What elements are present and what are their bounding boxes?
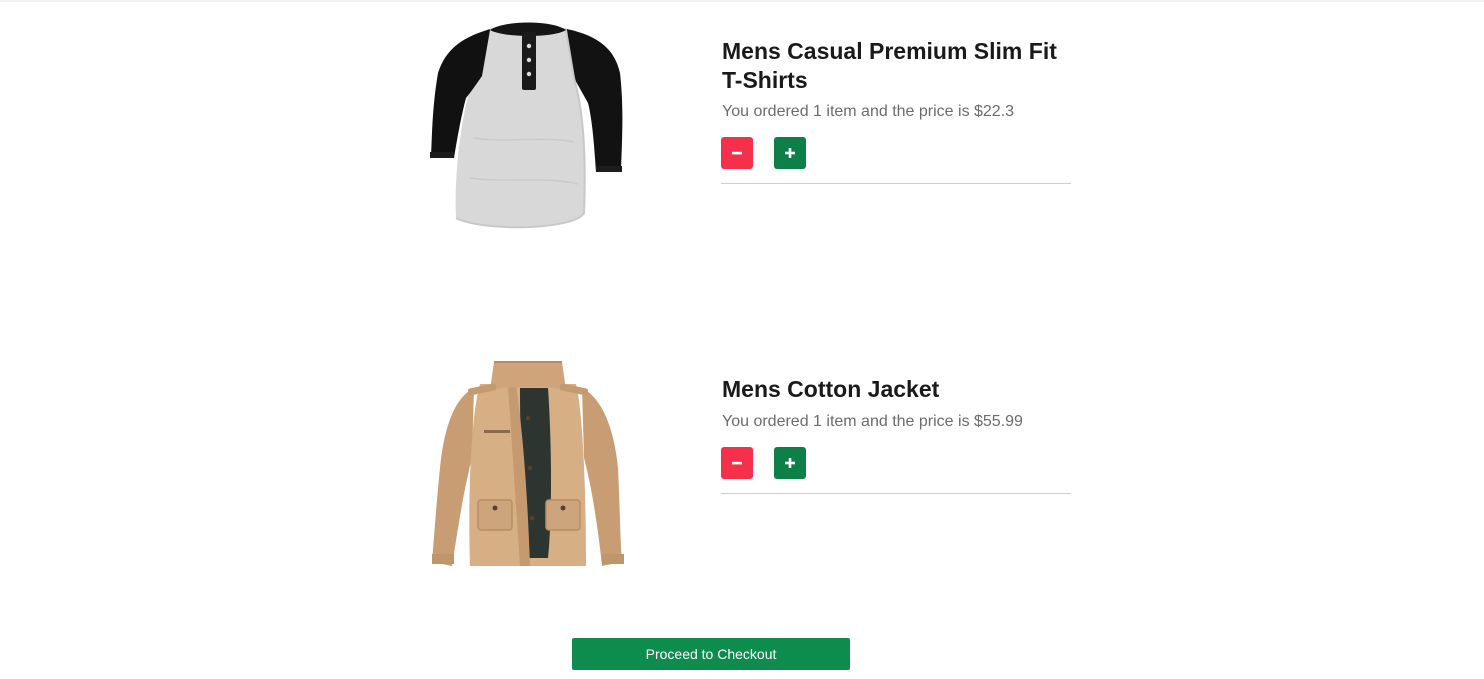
decrease-quantity-button[interactable]: [721, 137, 753, 169]
cart-item: Mens Casual Premium Slim Fit T-Shirts Yo…: [0, 0, 1484, 300]
order-summary: You ordered 1 item and the price is $55.…: [722, 413, 1023, 430]
minus-icon: [732, 461, 742, 465]
order-summary: You ordered 1 item and the price is $22.…: [722, 103, 1015, 120]
product-title: Mens Cotton Jacket: [722, 376, 940, 402]
cart-item: Mens Cotton Jacket You ordered 1 item an…: [0, 340, 1484, 590]
item-divider: [721, 183, 1071, 184]
proceed-to-checkout-button[interactable]: Proceed to Checkout: [572, 638, 850, 670]
minus-icon: [732, 151, 742, 155]
item-divider: [721, 493, 1071, 494]
product-image-tshirt: [424, 18, 632, 234]
plus-icon: [785, 148, 795, 158]
increase-quantity-button[interactable]: [774, 137, 806, 169]
decrease-quantity-button[interactable]: [721, 447, 753, 479]
product-image-jacket: [424, 358, 632, 572]
increase-quantity-button[interactable]: [774, 447, 806, 479]
plus-icon: [785, 458, 795, 468]
product-title: Mens Casual Premium Slim Fit T-Shirts: [722, 38, 1057, 93]
